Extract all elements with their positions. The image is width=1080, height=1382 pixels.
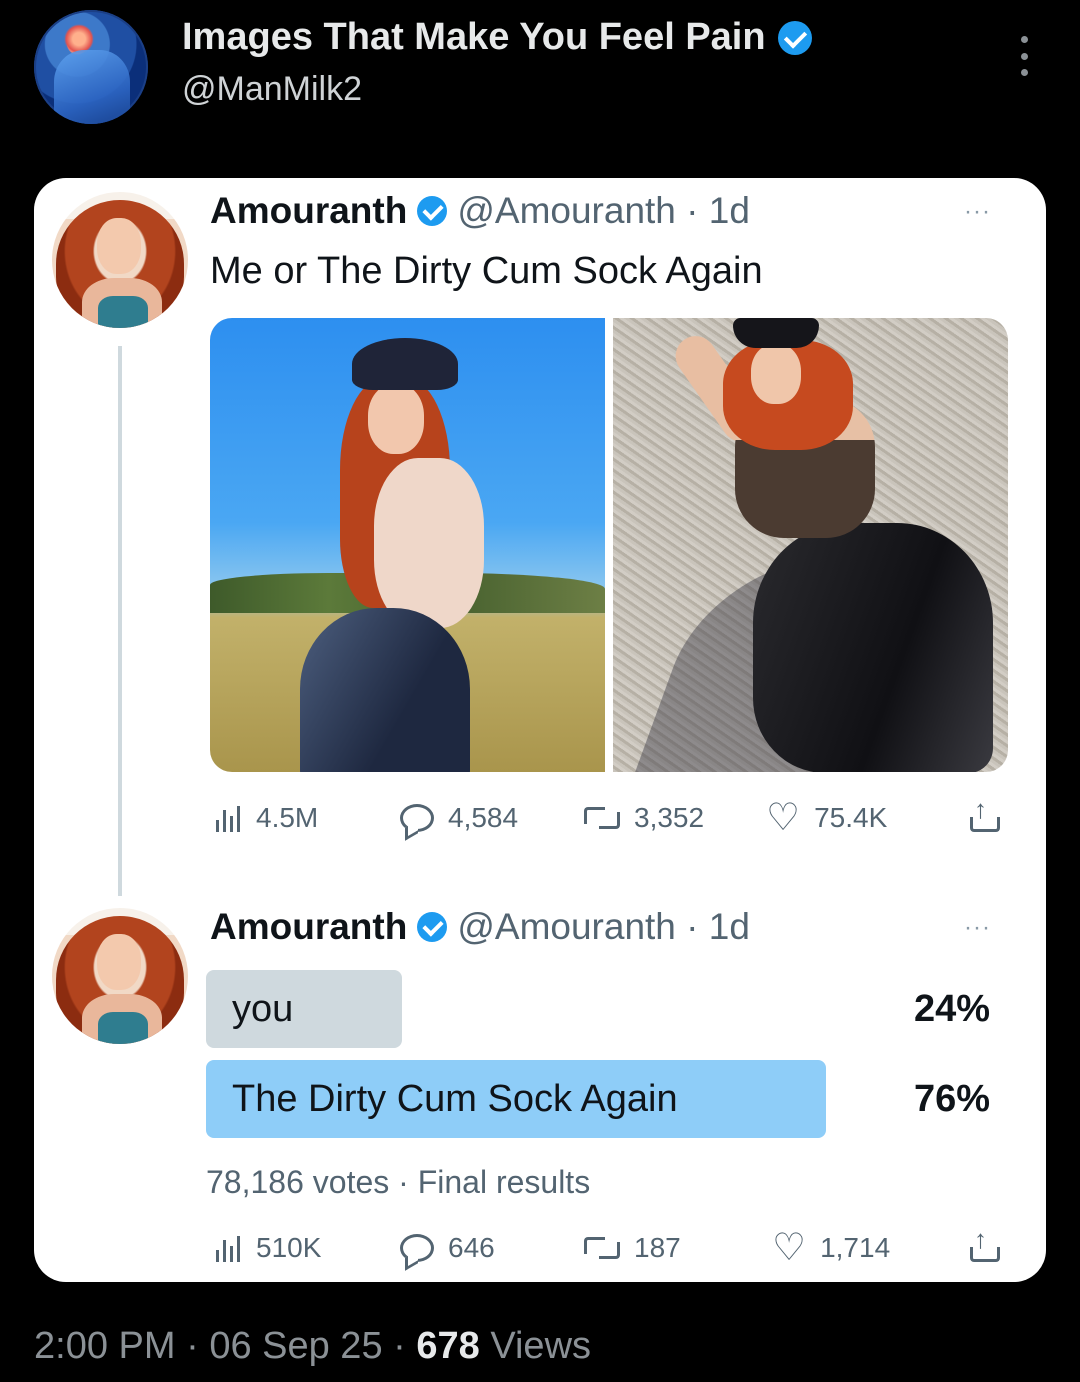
tweet2-action-bar: 510K 646 187 ♡ 1,714 <box>210 1224 1010 1272</box>
poll-handle-time: @Amouranth · 1d <box>457 906 750 947</box>
share-icon <box>970 794 1000 832</box>
poll-author-name: Amouranth <box>210 906 408 947</box>
like-count: 1,714 <box>820 1232 891 1263</box>
quoted-avatar <box>52 908 188 1044</box>
poll-option-label: The Dirty Cum Sock Again <box>232 1077 678 1120</box>
like-icon: ♡ <box>772 1227 807 1269</box>
repost-icon <box>584 805 620 831</box>
reply-icon <box>400 804 434 832</box>
author-avatar[interactable] <box>34 10 148 124</box>
separator: · <box>393 1325 406 1367</box>
quoted-handle-time: @Amouranth · 1d <box>457 190 750 231</box>
repost-count: 3,352 <box>634 802 705 833</box>
quoted-author-name: Amouranth <box>210 190 408 231</box>
like-stat: ♡ 75.4K <box>766 797 888 839</box>
quoted-tweet-header: Amouranth @Amouranth · 1d <box>210 190 750 232</box>
quoted-avatar <box>52 192 188 328</box>
like-stat: ♡ 1,714 <box>772 1227 891 1269</box>
views-stat: 510K <box>216 1232 321 1264</box>
media-grid <box>210 318 1008 772</box>
poll-option-percent: 76% <box>913 1078 990 1120</box>
poll-tweet-header: Amouranth @Amouranth · 1d <box>210 906 750 948</box>
views-count: 510K <box>256 1232 322 1263</box>
reply-stat: 4,584 <box>400 802 518 834</box>
share-stat <box>970 1224 1000 1262</box>
repost-count: 187 <box>634 1232 681 1263</box>
reply-count: 646 <box>448 1232 495 1263</box>
verified-badge-icon <box>417 196 448 226</box>
author-handle[interactable]: @ManMilk2 <box>182 70 362 109</box>
poll-option-bar: you <box>206 970 402 1048</box>
verified-badge-icon <box>417 912 448 942</box>
reply-icon <box>400 1234 434 1262</box>
post-timestamp: 2:00 PM · 06 Sep 25 · 678 Views <box>34 1325 591 1368</box>
quoted-tweet-text: Me or The Dirty Cum Sock Again <box>210 250 763 292</box>
repost-stat: 187 <box>584 1232 681 1264</box>
share-icon <box>970 1224 1000 1262</box>
separator: · <box>186 1325 199 1367</box>
views-count: 4.5M <box>256 802 319 833</box>
more-options-icon[interactable] <box>1014 36 1034 76</box>
views-icon <box>216 1234 242 1262</box>
reply-stat: 646 <box>400 1232 495 1264</box>
poll-option-label: you <box>232 987 294 1030</box>
like-count: 75.4K <box>814 802 888 833</box>
views-stat: 4.5M <box>216 802 318 834</box>
avatar-figure <box>54 50 130 124</box>
views-label: Views <box>490 1325 592 1367</box>
post-date: 06 Sep 25 <box>209 1325 383 1367</box>
poll-footer: 78,186 votes · Final results <box>206 1164 591 1200</box>
photo-left <box>210 318 605 772</box>
thread-line <box>118 346 122 896</box>
repost-icon <box>584 1235 620 1261</box>
views-total: 678 <box>416 1325 480 1367</box>
verified-badge-icon <box>777 20 812 55</box>
poll-option-percent: 24% <box>913 988 990 1030</box>
repost-stat: 3,352 <box>584 802 704 834</box>
poll-option-bar-winner: The Dirty Cum Sock Again <box>206 1060 826 1138</box>
post-image[interactable]: Amouranth @Amouranth · 1d ··· Me or The … <box>34 178 1046 1282</box>
like-icon: ♡ <box>766 797 801 839</box>
more-options-icon: ··· <box>964 914 991 941</box>
author-name[interactable]: Images That Make You Feel Pain <box>182 16 766 59</box>
tweet1-action-bar: 4.5M 4,584 3,352 ♡ 75.4K <box>210 794 1010 842</box>
reply-count: 4,584 <box>448 802 519 833</box>
views-icon <box>216 804 242 832</box>
share-stat <box>970 794 1000 832</box>
photo-right <box>613 318 1008 772</box>
post-time: 2:00 PM <box>34 1325 176 1367</box>
author-name-row[interactable]: Images That Make You Feel Pain <box>182 16 812 59</box>
more-options-icon: ··· <box>964 198 991 225</box>
